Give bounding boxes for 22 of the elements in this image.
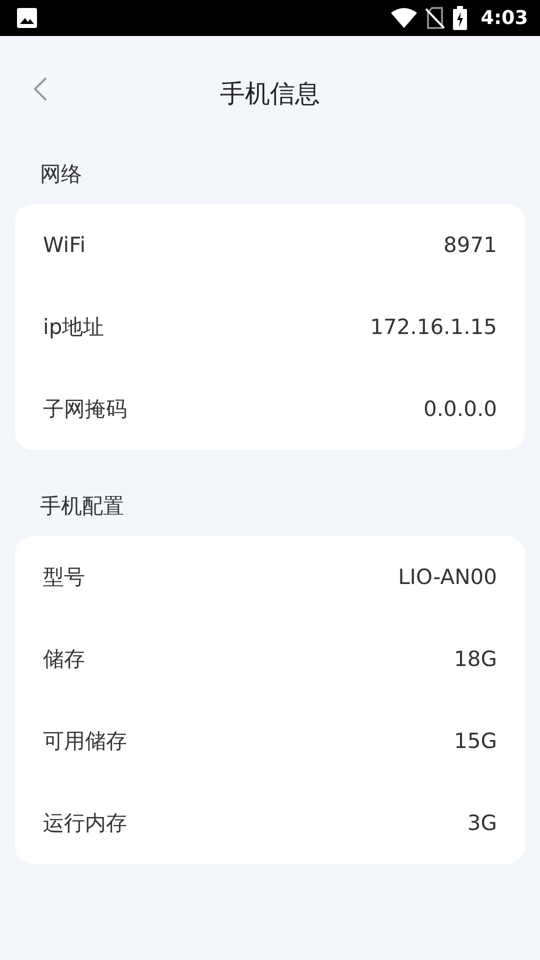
row-value: 172.16.1.15: [370, 315, 497, 339]
section-title: 网络: [40, 162, 82, 186]
page-title: 手机信息: [220, 78, 320, 110]
row-value: LIO-AN00: [398, 565, 497, 589]
row-value: 0.0.0.0: [424, 397, 497, 421]
row-value: 3G: [467, 811, 497, 835]
row-label: 储存: [43, 646, 85, 673]
row-label: ip地址: [43, 314, 104, 341]
row-value: 8971: [444, 233, 497, 257]
row-label: 可用储存: [43, 728, 127, 755]
charging-battery-icon: [452, 6, 467, 30]
row-label: WiFi: [43, 233, 86, 257]
image-icon: [16, 7, 38, 29]
row-value: 18G: [454, 647, 497, 671]
section-title: 手机配置: [40, 494, 124, 518]
row-label: 运行内存: [43, 810, 127, 837]
no-sim-icon: [424, 7, 445, 29]
row-label: 子网掩码: [43, 396, 127, 423]
wifi-icon: [390, 8, 417, 28]
status-time: 4:03: [480, 7, 528, 29]
row-label: 型号: [43, 564, 85, 591]
row-value: 15G: [454, 729, 497, 753]
